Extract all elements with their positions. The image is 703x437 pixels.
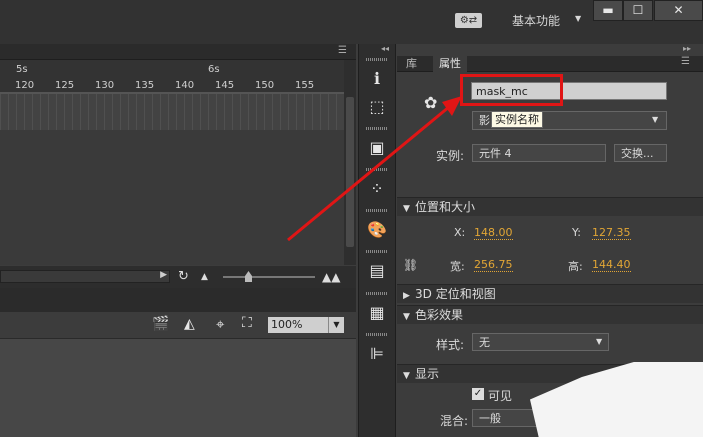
blend-label: 混合: [440,414,469,428]
section-color-effect[interactable]: ▼ 色彩效果 [397,305,703,324]
width-value[interactable]: 256.75 [474,258,513,272]
panel-divider [0,288,356,312]
chevron-right-icon: ▶ [403,291,410,301]
chevron-down-icon[interactable]: ▼ [328,317,344,333]
edit-scene-icon[interactable]: 🎬 [152,316,169,332]
height-label: 高: [568,260,583,273]
edit-symbol-icon[interactable]: ◭ [184,316,195,332]
zoom-out-mountain-icon[interactable]: ▲ [201,272,208,282]
stage-canvas[interactable] [0,338,356,437]
library-stack-icon[interactable]: ▦ [360,297,394,329]
collapse-icon[interactable]: ◂◂ [381,44,389,53]
ruler-second-label: 6s [208,64,220,75]
scroll-right-icon[interactable]: ▶ [160,270,167,280]
grip-icon [366,58,388,61]
zoom-select[interactable]: 100% [268,317,328,333]
timeline-zoom-slider[interactable] [223,276,315,278]
grip-icon [366,333,388,336]
width-label: 宽: [450,260,465,273]
height-value[interactable]: 144.40 [592,258,631,272]
timeline-panel-header: ☰ [0,44,356,60]
grip-icon [366,250,388,253]
visible-checkbox[interactable]: ✓ [472,388,484,400]
workspace-menu[interactable]: 基本功能 [512,12,560,29]
ruler-tick-label: 120 [15,80,35,91]
instance-of-field: 元件 4 [472,144,606,162]
visible-label: 可见 [488,389,513,403]
close-button[interactable]: ✕ [654,0,703,21]
annotation-arrow [287,96,462,242]
tab-properties[interactable]: 属性 [433,56,467,72]
maximize-button[interactable]: ☐ [623,0,653,21]
y-value[interactable]: 127.35 [592,226,631,240]
chevron-down-icon[interactable]: ▼ [652,115,658,124]
chevron-down-icon: ▼ [403,312,410,322]
color-style-select[interactable]: 无 [472,333,609,351]
chevron-down-icon[interactable]: ▼ [575,14,581,23]
loop-icon[interactable]: ↻ [178,269,189,284]
lock-ratio-link-icon[interactable]: ⛓ [403,258,418,272]
arrow-shaft [287,100,456,242]
style-label: 样式: [436,338,465,352]
ruler-tick-label: 130 [95,80,115,91]
ruler-second-label: 5s [16,64,28,75]
zoom-in-mountain-icon[interactable]: ▲▲ [322,270,340,284]
ruler-tick-label: 140 [175,80,195,91]
ruler-tick-label: 145 [215,80,235,91]
ruler-tick-label: 135 [135,80,155,91]
swap-button[interactable]: 交换... [614,144,667,162]
instance-name-tooltip: 实例名称 [491,111,543,128]
clip-content-icon[interactable]: ⛶ [242,315,252,331]
align-left-icon[interactable]: ⊫ [360,338,394,370]
center-stage-icon[interactable]: ⌖ [216,315,224,333]
timeline-horizontal-scrollbar[interactable]: ▶ [0,270,170,283]
align-icon[interactable]: ▤ [360,255,394,287]
y-label: Y: [572,226,581,239]
panel-menu-icon[interactable]: ☰ [681,56,690,67]
grip-icon [366,292,388,295]
workspace-switcher-icon[interactable]: ⚙⇄ [455,13,482,28]
ruler-tick-label: 125 [55,80,75,91]
tab-library[interactable]: 库 [400,56,423,72]
arrow-head [442,96,462,116]
timeline-ruler[interactable]: 5s 6s 120 125 130 135 140 145 150 155 [0,60,344,94]
chevron-down-icon: ▼ [403,371,410,381]
chevron-down-icon[interactable]: ▼ [596,337,602,346]
expand-icon[interactable]: ▸▸ [683,44,691,53]
panel-menu-icon[interactable]: ☰ [338,45,347,56]
minimize-button[interactable]: ▬ [593,0,623,21]
ruler-tick-label: 150 [255,80,275,91]
section-3d-position[interactable]: ▶ 3D 定位和视图 [397,284,703,303]
